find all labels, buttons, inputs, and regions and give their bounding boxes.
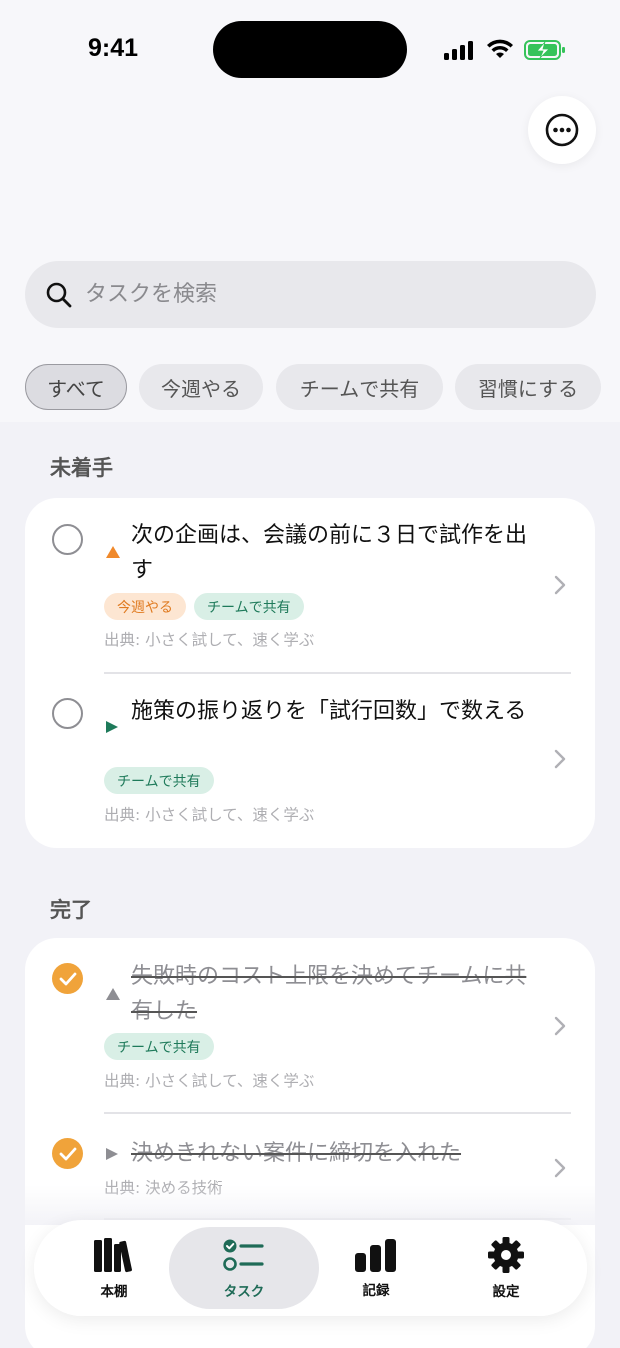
checkmark-icon — [59, 1147, 76, 1160]
task-source: 出典: 小さく試して、速く学ぶ — [104, 806, 315, 824]
bar-chart-icon — [355, 1239, 396, 1272]
task-title: 次の企画は、会議の前に３日で試作を出す — [131, 523, 528, 583]
task-title: 失敗時のコスト上限を決めてチームに共有した — [131, 964, 527, 1024]
priority-high-icon — [106, 546, 120, 558]
tab-tasks[interactable]: タスク — [169, 1227, 319, 1309]
gear-icon — [488, 1237, 524, 1273]
chevron-right-icon — [554, 1016, 566, 1036]
filter-chip-all[interactable]: すべて — [25, 364, 127, 410]
priority-medium-icon — [106, 1148, 118, 1160]
scroll-fade — [0, 1185, 620, 1225]
task-row[interactable]: 施策の振り返りを「試行回数」で数える チームで共有 出典: 小さく試して、速く学… — [25, 674, 595, 848]
more-options-button[interactable] — [528, 96, 596, 164]
todo-card: 次の企画は、会議の前に３日で試作を出す 今週やる チームで共有 出典: 小さく試… — [25, 498, 595, 848]
filter-chip-this-week[interactable]: 今週やる — [139, 364, 263, 410]
chevron-right-icon — [554, 575, 566, 595]
task-source: 出典: 小さく試して、速く学ぶ — [104, 1072, 315, 1090]
checkmark-icon — [59, 972, 76, 985]
task-row[interactable]: 失敗時のコスト上限を決めてチームに共有した チームで共有 出典: 小さく試して、… — [25, 938, 595, 1112]
task-tags: 今週やる チームで共有 — [104, 593, 304, 620]
task-checkbox-checked[interactable] — [52, 963, 83, 994]
ellipsis-circle-icon — [545, 113, 579, 147]
filter-chip-habit[interactable]: 習慣にする — [455, 364, 601, 410]
tab-settings[interactable]: 設定 — [446, 1220, 566, 1316]
task-row[interactable]: 次の企画は、会議の前に３日で試作を出す 今週やる チームで共有 出典: 小さく試… — [25, 498, 595, 672]
cellular-signal-icon — [444, 40, 476, 60]
task-checkbox[interactable] — [52, 698, 83, 729]
task-checkbox-checked[interactable] — [52, 1138, 83, 1169]
filter-chip-team-shared[interactable]: チームで共有 — [276, 364, 443, 410]
search-bar[interactable] — [25, 261, 596, 328]
task-checkbox[interactable] — [52, 524, 83, 555]
battery-charging-icon — [524, 40, 565, 60]
task-tags: チームで共有 — [104, 767, 214, 794]
tag-team-shared: チームで共有 — [104, 1033, 214, 1060]
tab-records[interactable]: 記録 — [316, 1220, 436, 1316]
section-title-todo: 未着手 — [50, 456, 113, 480]
chevron-right-icon — [554, 1158, 566, 1178]
tab-label: 記録 — [362, 1283, 390, 1299]
tab-bar: 本棚 タスク 記録 設定 — [34, 1220, 587, 1316]
task-tags: チームで共有 — [104, 1033, 214, 1060]
tab-bookshelf[interactable]: 本棚 — [54, 1220, 174, 1316]
task-title: 施策の振り返りを「試行回数」で数える — [131, 699, 527, 724]
search-icon — [46, 282, 72, 308]
tag-team-shared: チームで共有 — [194, 593, 304, 620]
tab-label: 設定 — [492, 1284, 520, 1300]
chevron-right-icon — [554, 749, 566, 769]
tag-this-week: 今週やる — [104, 593, 186, 620]
priority-medium-icon — [106, 721, 118, 733]
tab-label: タスク — [223, 1284, 265, 1300]
tag-team-shared: チームで共有 — [104, 767, 214, 794]
wifi-icon — [487, 39, 513, 58]
bookshelf-icon — [94, 1238, 132, 1273]
task-source: 出典: 小さく試して、速く学ぶ — [104, 631, 315, 649]
priority-high-icon — [106, 988, 120, 1000]
task-list-icon — [223, 1239, 264, 1271]
section-title-done: 完了 — [50, 898, 92, 922]
dynamic-island — [213, 21, 407, 78]
tab-label: 本棚 — [100, 1284, 128, 1300]
task-title: 決めきれない案件に締切を入れた — [131, 1141, 462, 1166]
status-time: 9:41 — [88, 34, 139, 62]
search-input[interactable] — [85, 261, 565, 328]
